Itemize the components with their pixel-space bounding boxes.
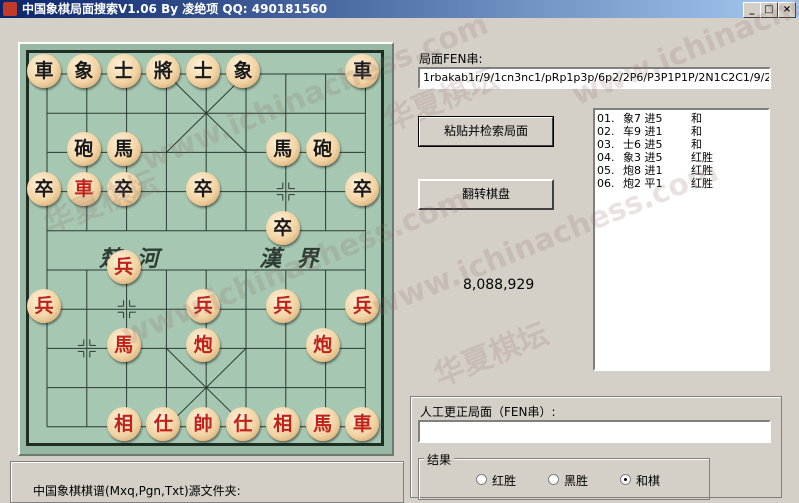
move-result: 红胜 bbox=[691, 177, 713, 190]
move-result: 红胜 bbox=[691, 151, 713, 164]
paste-search-button[interactable]: 粘贴并检索局面 bbox=[418, 116, 554, 147]
move-text: 炮2 平1 bbox=[623, 177, 663, 190]
move-row[interactable]: 04. 象3 进5 红胜 bbox=[597, 151, 767, 164]
correction-input[interactable] bbox=[418, 420, 771, 443]
move-row[interactable]: 05. 炮8 进1 红胜 bbox=[597, 164, 767, 177]
black-piece[interactable]: 士 bbox=[186, 54, 221, 88]
black-piece[interactable]: 砲 bbox=[66, 132, 101, 167]
black-piece[interactable]: 卒 bbox=[265, 210, 300, 245]
radio-draw[interactable] bbox=[620, 474, 631, 485]
title-bar[interactable]: 中国象棋局面搜索V1.06 By 凌绝项 QQ: 490181560 _ □ × bbox=[0, 0, 799, 18]
radio-draw-label[interactable]: 和棋 bbox=[636, 472, 660, 489]
radio-black-win[interactable] bbox=[548, 474, 559, 485]
black-piece[interactable]: 馬 bbox=[106, 132, 141, 167]
red-piece[interactable]: 兵 bbox=[106, 250, 141, 284]
radio-black-win-label[interactable]: 黑胜 bbox=[564, 472, 588, 489]
black-piece[interactable]: 卒 bbox=[106, 171, 141, 206]
red-piece[interactable]: 兵 bbox=[27, 289, 61, 324]
position-count: 8,088,929 bbox=[463, 277, 535, 293]
black-piece[interactable]: 卒 bbox=[345, 171, 380, 206]
move-result: 和 bbox=[691, 125, 702, 138]
radio-red-win-label[interactable]: 红胜 bbox=[492, 472, 516, 489]
red-piece[interactable]: 馬 bbox=[305, 406, 340, 441]
black-piece[interactable]: 卒 bbox=[27, 171, 61, 206]
red-piece[interactable]: 馬 bbox=[106, 328, 141, 363]
board-lines bbox=[46, 73, 366, 428]
close-button[interactable]: × bbox=[778, 2, 796, 18]
black-piece[interactable]: 卒 bbox=[186, 171, 221, 206]
result-group-title: 结果 bbox=[424, 451, 455, 468]
minimize-button[interactable]: _ bbox=[743, 2, 761, 18]
fen-label: 局面FEN串: bbox=[419, 52, 483, 66]
move-row[interactable]: 01. 象7 进5 和 bbox=[597, 112, 767, 125]
move-text: 炮8 进1 bbox=[623, 164, 663, 177]
black-piece[interactable]: 象 bbox=[226, 54, 260, 88]
move-text: 象7 进5 bbox=[623, 112, 663, 125]
move-result: 和 bbox=[691, 112, 702, 125]
radio-red-win[interactable] bbox=[476, 474, 487, 485]
move-result: 和 bbox=[691, 138, 702, 151]
fen-input[interactable]: 1rbakab1r/9/1cn3nc1/pRp1p3p/6p2/2P6/P3P1… bbox=[418, 67, 771, 89]
red-piece[interactable]: 相 bbox=[106, 406, 141, 441]
move-number: 04. bbox=[597, 151, 615, 164]
flip-board-button[interactable]: 翻转棋盘 bbox=[418, 179, 554, 210]
red-piece[interactable]: 相 bbox=[265, 406, 300, 441]
red-piece[interactable]: 車 bbox=[345, 406, 380, 441]
move-text: 车9 进1 bbox=[623, 125, 663, 138]
moves-list[interactable]: 01. 象7 进5 和 02. 车9 进1 和 03. 士6 进5 和 04. 象3 进5 红胜 05.… bbox=[593, 108, 770, 371]
board-grid: 楚 河 漢 界 bbox=[26, 50, 384, 446]
black-piece[interactable]: 士 bbox=[106, 54, 141, 88]
black-piece[interactable]: 馬 bbox=[265, 132, 300, 167]
red-piece[interactable]: 仕 bbox=[226, 406, 260, 441]
maximize-button[interactable]: □ bbox=[760, 2, 778, 18]
correction-label: 人工更正局面（FEN串）: bbox=[418, 403, 558, 420]
black-piece[interactable]: 象 bbox=[66, 54, 101, 88]
red-piece[interactable]: 仕 bbox=[146, 406, 181, 441]
move-number: 03. bbox=[597, 138, 615, 151]
window-title: 中国象棋局面搜索V1.06 By 凌绝项 QQ: 490181560 bbox=[22, 2, 327, 16]
red-piece[interactable]: 車 bbox=[66, 171, 101, 206]
red-piece[interactable]: 兵 bbox=[265, 289, 300, 324]
app-icon bbox=[3, 2, 17, 16]
red-piece[interactable]: 炮 bbox=[305, 328, 340, 363]
move-row[interactable]: 06. 炮2 平1 红胜 bbox=[597, 177, 767, 190]
move-number: 05. bbox=[597, 164, 615, 177]
move-text: 士6 进5 bbox=[623, 138, 663, 151]
move-row[interactable]: 02. 车9 进1 和 bbox=[597, 125, 767, 138]
black-piece[interactable]: 砲 bbox=[305, 132, 340, 167]
move-number: 06. bbox=[597, 177, 615, 190]
black-piece[interactable]: 車 bbox=[27, 54, 61, 88]
folder-label: 中国象棋棋谱(Mxq,Pgn,Txt)源文件夹: bbox=[30, 482, 244, 499]
river-label-right: 漢 界 bbox=[259, 246, 323, 272]
chess-board[interactable]: 楚 河 漢 界 車象士將士象車砲馬馬砲卒車卒卒卒卒兵兵兵兵兵馬炮炮相仕帥仕相馬車 bbox=[18, 42, 394, 456]
move-number: 02. bbox=[597, 125, 615, 138]
red-piece[interactable]: 帥 bbox=[186, 406, 221, 441]
move-number: 01. bbox=[597, 112, 615, 125]
move-result: 红胜 bbox=[691, 164, 713, 177]
watermark: 华夏棋坛 bbox=[429, 316, 554, 394]
move-text: 象3 进5 bbox=[623, 151, 663, 164]
move-row[interactable]: 03. 士6 进5 和 bbox=[597, 138, 767, 151]
